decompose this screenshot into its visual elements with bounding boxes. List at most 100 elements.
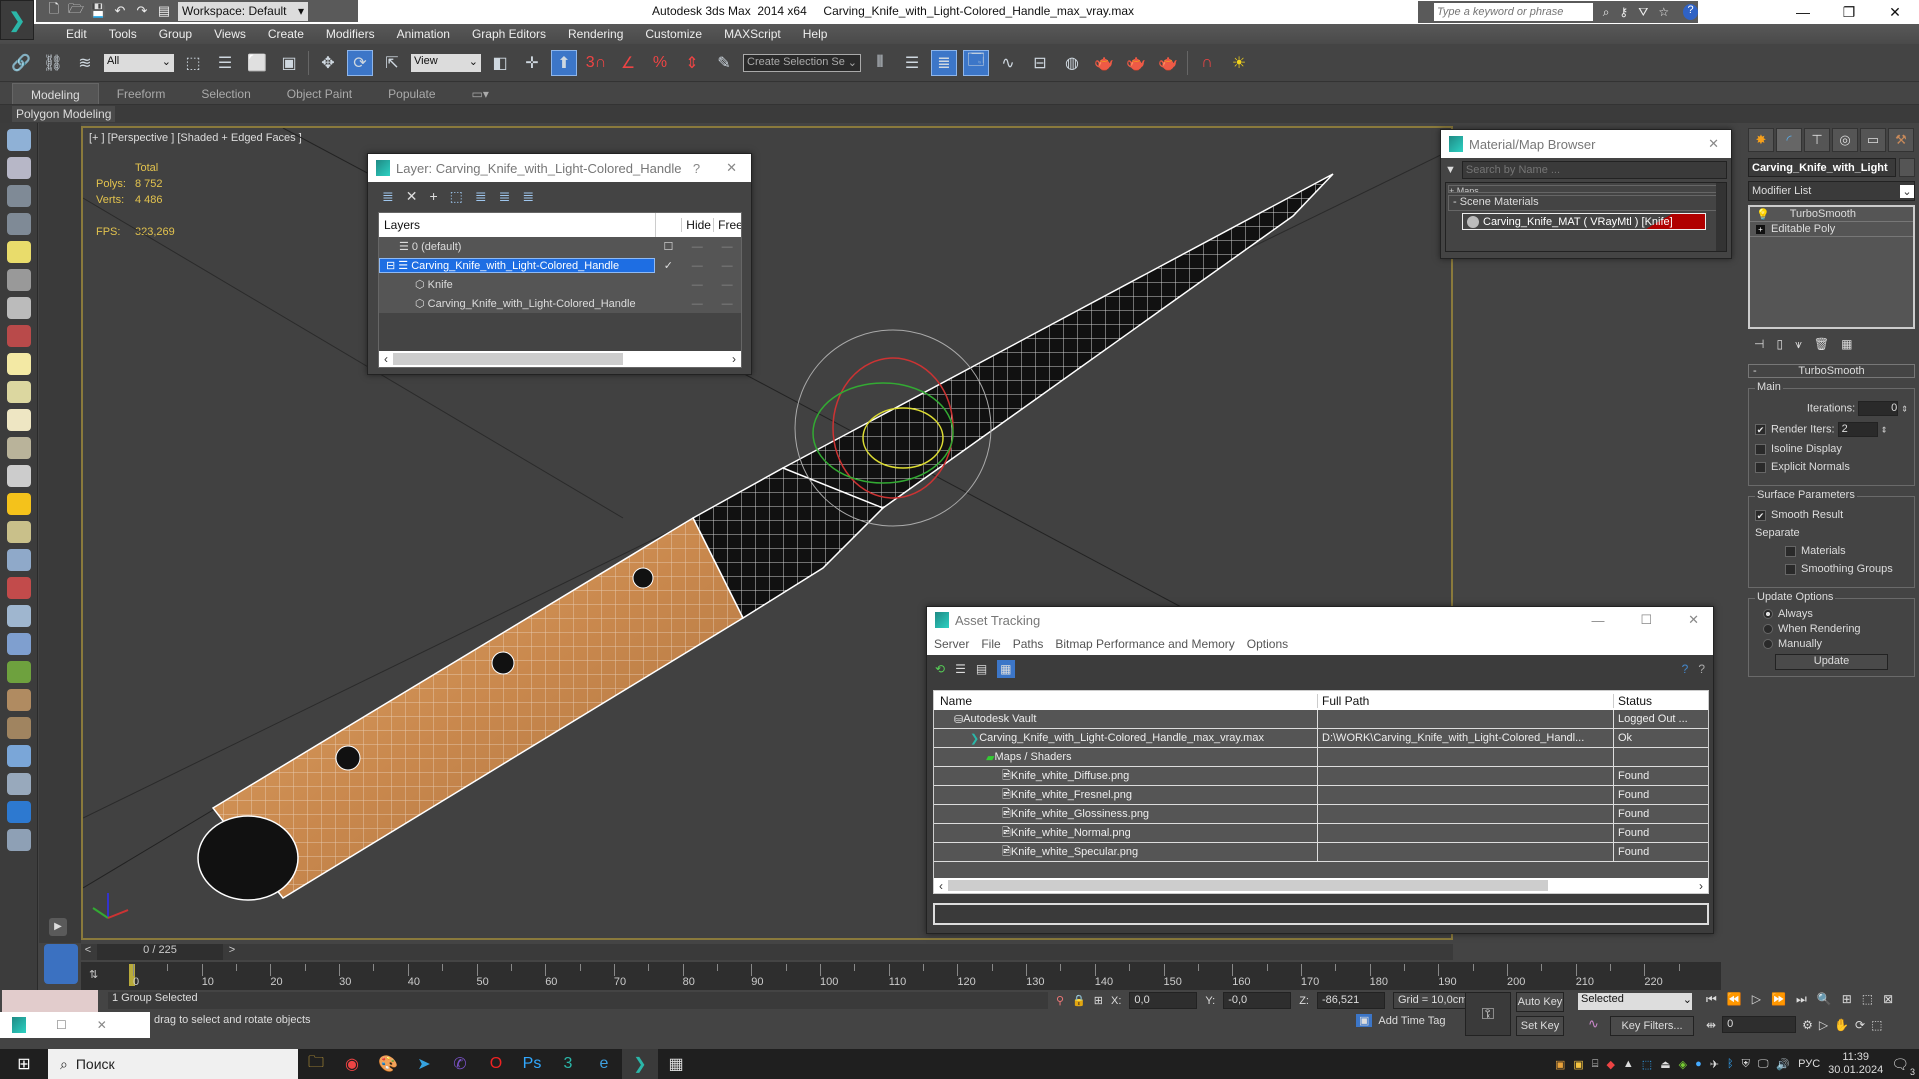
curve-editor-icon[interactable]: ∿ <box>995 50 1021 76</box>
polygon-modeling-panel[interactable]: Polygon Modeling <box>12 106 116 122</box>
iterations-spinner[interactable]: 0 <box>1858 401 1899 416</box>
scale-icon[interactable]: ⇱ <box>379 50 405 76</box>
stack-item-editable-poly[interactable]: + Editable Poly <box>1750 222 1913 237</box>
menu-group[interactable]: Group <box>148 24 203 44</box>
delete-layer-icon[interactable]: ✕ <box>406 188 418 205</box>
hide-toggle[interactable]: — <box>681 279 713 291</box>
undo-icon[interactable]: ↶ <box>112 3 128 19</box>
scroll-thumb[interactable] <box>393 353 623 365</box>
field-of-view-icon[interactable]: ▷ <box>1819 1018 1828 1032</box>
auto-key-button[interactable]: Auto Key <box>1516 992 1564 1012</box>
notifications-icon[interactable]: 🗨 3 <box>1891 1056 1915 1077</box>
edge-icon[interactable]: e <box>586 1049 622 1079</box>
layer-manager-icon[interactable]: ≣ <box>931 49 957 76</box>
modify-tab-icon[interactable]: ◜ <box>1776 128 1802 152</box>
vray-snap-icon[interactable]: ∩ <box>1194 50 1220 76</box>
col-name[interactable]: Name <box>934 693 1318 708</box>
collapse-icon[interactable]: ⊟ <box>386 260 398 272</box>
scroll-right-icon[interactable]: › <box>1694 879 1708 893</box>
menu-graph-editors[interactable]: Graph Editors <box>461 24 557 44</box>
material-converter-icon[interactable] <box>7 773 31 795</box>
asset-row[interactable]: ▰ Maps / Shaders <box>934 748 1708 767</box>
asset-hscrollbar[interactable]: ‹ › <box>934 878 1708 893</box>
taskbar-search[interactable]: ⌕ Поиск <box>48 1049 298 1079</box>
hierarchy-tab-icon[interactable]: ⊤ <box>1804 128 1830 152</box>
menu-server[interactable]: Server <box>934 637 969 651</box>
reference-coordinate-dropdown[interactable]: View ⌄ <box>411 53 481 72</box>
close-icon[interactable]: ✕ <box>726 160 737 176</box>
tab-populate[interactable]: Populate <box>370 83 453 104</box>
chrome-icon[interactable]: ◉ <box>334 1049 370 1079</box>
menu-bitmap-performance[interactable]: Bitmap Performance and Memory <box>1055 637 1234 651</box>
photoshop-icon[interactable]: Ps <box>514 1049 550 1079</box>
update-manually-radio[interactable] <box>1763 639 1773 650</box>
lightbulb-icon[interactable]: 💡 <box>1756 208 1770 221</box>
key-filters-button[interactable]: Key Filters... <box>1610 1016 1694 1036</box>
menu-options[interactable]: Options <box>1247 637 1288 651</box>
explicit-normals-checkbox[interactable] <box>1755 461 1766 473</box>
paint-icon[interactable]: 🎨 <box>370 1049 406 1079</box>
help-icon[interactable]: ? <box>1698 662 1705 676</box>
usb-icon[interactable]: ⏏ <box>1660 1058 1670 1071</box>
current-layer-check-icon[interactable]: ✓ <box>655 259 681 272</box>
maximize-viewport-icon[interactable]: ⬚ <box>1871 1018 1882 1032</box>
close-icon[interactable]: ✕ <box>1708 136 1719 152</box>
vray-sphere-light-icon[interactable] <box>7 409 31 431</box>
object-row[interactable]: ⬡ Knife — — <box>379 275 741 294</box>
render-production-icon[interactable]: 🫖 <box>1155 50 1181 76</box>
zoom-all-icon[interactable]: ⊞ <box>1842 992 1852 1007</box>
new-file-icon[interactable]: 🗋 <box>46 0 62 22</box>
open-file-icon[interactable]: 🗁 <box>68 0 84 22</box>
material-search-input[interactable] <box>1461 161 1727 179</box>
vray-plane-icon[interactable] <box>7 605 31 627</box>
hide-toggle[interactable]: — <box>681 260 713 272</box>
vray-camera-icon[interactable] <box>7 325 31 347</box>
camera-icon[interactable] <box>7 269 31 291</box>
scroll-thumb[interactable] <box>948 880 1548 891</box>
select-manipulate-icon[interactable]: ✛ <box>519 50 545 76</box>
vray-material-icon[interactable] <box>7 745 31 767</box>
angle-snap-icon[interactable]: ∠ <box>615 50 641 76</box>
isolate-icon[interactable]: ⚲ <box>1056 994 1064 1007</box>
menu-views[interactable]: Views <box>203 24 257 44</box>
menu-rendering[interactable]: Rendering <box>557 24 634 44</box>
freeze-toggle[interactable]: — <box>713 279 741 291</box>
material-editor-icon[interactable]: ◍ <box>1059 50 1085 76</box>
next-key-icon[interactable]: ⏩ <box>1771 992 1786 1007</box>
asset-row[interactable]: 🖻 Knife_white_Specular.png Found <box>934 843 1708 862</box>
vray-fur-icon[interactable] <box>7 633 31 655</box>
display-icon[interactable]: 🖵 <box>1758 1058 1769 1071</box>
set-key-button[interactable]: Set Key <box>1516 1016 1564 1036</box>
keyboard-shortcut-override-icon[interactable]: ⬆ <box>551 49 577 76</box>
ornatrix-icon[interactable] <box>7 717 31 739</box>
menu-maxscript[interactable]: MAXScript <box>713 24 792 44</box>
minimize-icon[interactable]: — <box>1591 613 1604 628</box>
rectangular-selection-icon[interactable]: ⬜ <box>244 50 270 76</box>
edit-named-selections-icon[interactable]: ✎ <box>711 50 737 76</box>
col-full-path[interactable]: Full Path <box>1318 693 1614 708</box>
vray-ies-light-icon[interactable] <box>7 465 31 487</box>
3dsmax-alt-icon[interactable]: 3 <box>550 1049 586 1079</box>
workspace-dropdown[interactable]: Workspace: Default ▾ <box>178 1 308 21</box>
tab-selection[interactable]: Selection <box>183 83 268 104</box>
add-to-layer-icon[interactable]: + <box>429 188 437 205</box>
bluetooth-icon[interactable]: ᛒ <box>1727 1058 1734 1070</box>
maximize-icon[interactable]: ☐ <box>1640 612 1652 628</box>
select-layer-icon[interactable]: ≣ <box>475 188 487 205</box>
scene-materials-group[interactable]: - Scene Materials <box>1448 195 1724 211</box>
hide-toggle[interactable]: — <box>681 241 713 253</box>
configure-sets-icon[interactable]: ▦ <box>1841 337 1852 352</box>
highlight-layer-icon[interactable]: ≣ <box>499 188 511 205</box>
close-icon[interactable]: ✕ <box>1688 612 1699 628</box>
star-icon[interactable]: ☆ <box>1658 5 1669 19</box>
time-slider-thumb[interactable]: 0 / 225 <box>97 944 223 960</box>
refresh-icon[interactable]: ⟲ <box>935 662 945 676</box>
go-to-start-icon[interactable]: ⏮ <box>1706 992 1717 1007</box>
isoline-display-checkbox[interactable] <box>1755 443 1766 455</box>
network-icon[interactable]: ⌸ <box>1592 1058 1599 1071</box>
scroll-right-icon[interactable]: › <box>727 352 741 366</box>
vray-dome-light-icon[interactable] <box>7 381 31 403</box>
menu-animation[interactable]: Animation <box>386 24 461 44</box>
time-tag-icon[interactable]: ▣ <box>1356 1014 1373 1027</box>
menu-edit[interactable]: Edit <box>55 24 98 44</box>
